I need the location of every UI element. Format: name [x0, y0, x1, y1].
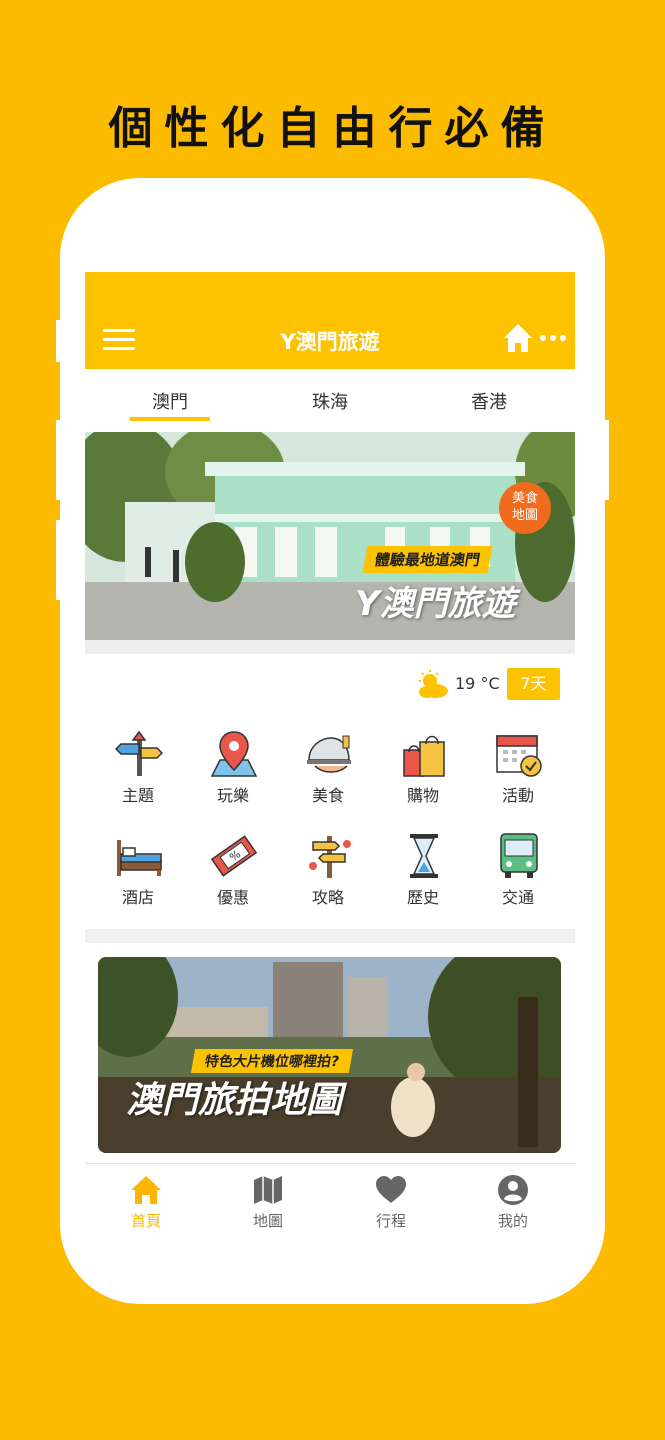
category-label: 優惠 — [216, 888, 249, 907]
tab-selected-indicator — [130, 417, 210, 421]
tab-hongkong[interactable]: 香港 — [444, 388, 534, 414]
bus-icon — [500, 833, 538, 878]
signpost-icon — [309, 836, 351, 878]
tab-macau[interactable]: 澳門 — [125, 388, 215, 414]
more-options-icon[interactable] — [539, 332, 567, 344]
nav-home[interactable]: 首頁 — [106, 1174, 186, 1234]
app-bar: Y澳門旅遊 — [85, 272, 575, 369]
category-history[interactable]: 歷史 — [378, 832, 468, 912]
nav-profile[interactable]: 我的 — [473, 1174, 553, 1234]
promo-tagline: 特色大片機位哪裡拍? — [190, 1049, 354, 1073]
hero-banner[interactable]: 美食 地圖 體驗最地道澳門 Y澳門旅遊 — [85, 432, 575, 640]
category-label: 酒店 — [121, 888, 154, 907]
headline: 個性化自由行必備 — [108, 103, 557, 154]
category-label: 歷史 — [406, 888, 439, 907]
home-icon[interactable] — [503, 322, 533, 354]
category-deals[interactable]: % 優惠 — [188, 832, 278, 912]
banner-tagline: 體驗最地道澳門 — [362, 546, 493, 573]
temperature-text: 19 °C — [455, 674, 500, 693]
category-food[interactable]: 美食 — [283, 730, 373, 810]
coupon-ticket-icon: % — [210, 835, 258, 877]
tab-zhuhai[interactable]: 珠海 — [285, 388, 375, 414]
weather-widget: 19 °C 7天 — [415, 667, 565, 701]
category-transport[interactable]: 交通 — [473, 832, 563, 912]
section-divider — [85, 929, 575, 943]
user-icon — [498, 1175, 528, 1205]
category-shopping[interactable]: 購物 — [378, 730, 468, 810]
map-icon — [254, 1176, 282, 1204]
map-pin-icon — [210, 731, 258, 777]
category-label: 主題 — [121, 786, 154, 805]
category-label: 玩樂 — [216, 786, 249, 805]
bed-icon — [117, 840, 162, 876]
home-icon — [131, 1176, 161, 1204]
calendar-check-icon — [496, 735, 542, 777]
nav-label: 地圖 — [252, 1212, 283, 1230]
app-screen: Y澳門旅遊 澳門 珠海 香港 美食 地圖 體驗最地道澳門 Y澳門旅遊 19 °C… — [85, 272, 575, 1240]
category-hotel[interactable]: 酒店 — [93, 832, 183, 912]
promo-banner[interactable]: 特色大片機位哪裡拍? 澳門旅拍地圖 — [98, 957, 561, 1153]
category-events[interactable]: 活動 — [473, 730, 563, 810]
nav-label: 我的 — [497, 1212, 528, 1230]
hourglass-icon — [410, 834, 438, 878]
category-label: 購物 — [406, 786, 439, 805]
banner-title: Y澳門旅遊 — [355, 584, 516, 624]
category-label: 活動 — [501, 786, 534, 805]
food-dish-icon — [307, 735, 351, 773]
heart-icon — [376, 1176, 406, 1203]
category-label: 交通 — [501, 888, 534, 907]
seven-day-forecast-button[interactable]: 7天 — [507, 668, 560, 700]
nav-label: 首頁 — [130, 1212, 161, 1230]
direction-signs-icon — [115, 730, 163, 776]
partly-cloudy-sun-icon — [419, 670, 448, 698]
nav-itinerary[interactable]: 行程 — [351, 1174, 431, 1234]
banner-divider — [85, 640, 575, 654]
app-title: Y澳門旅遊 — [280, 330, 380, 354]
food-map-badge[interactable]: 美食 地圖 — [499, 482, 551, 534]
promo-title: 澳門旅拍地圖 — [126, 1080, 343, 1121]
category-theme[interactable]: 主題 — [93, 730, 183, 810]
shopping-bags-icon — [403, 735, 445, 777]
nav-map[interactable]: 地圖 — [228, 1174, 308, 1234]
category-label: 美食 — [311, 786, 344, 805]
category-guides[interactable]: 攻略 — [283, 832, 373, 912]
bottom-navigation: 首頁 地圖 行程 我的 — [85, 1163, 575, 1240]
category-label: 攻略 — [311, 888, 344, 907]
category-entertainment[interactable]: 玩樂 — [188, 730, 278, 810]
region-tabs: 澳門 珠海 香港 — [85, 369, 575, 431]
nav-label: 行程 — [375, 1212, 406, 1230]
